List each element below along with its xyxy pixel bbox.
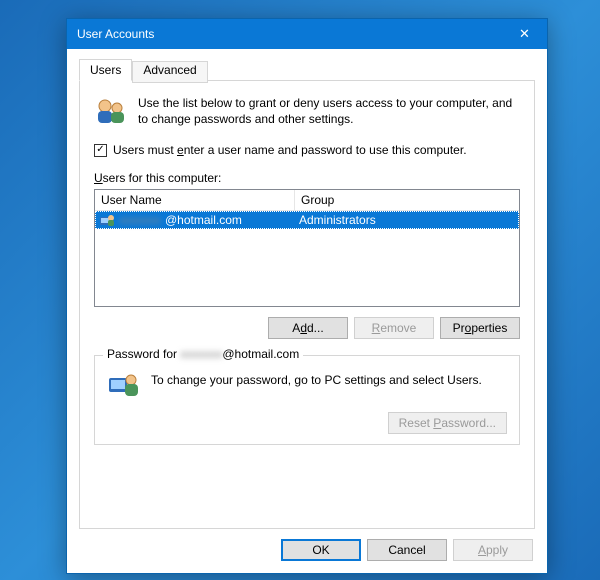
must-enter-credentials-row: ✓ Users must enter a user name and passw… <box>94 143 520 157</box>
remove-button: Remove <box>354 317 434 339</box>
password-user-icon <box>107 368 141 402</box>
must-enter-credentials-label: Users must enter a user name and passwor… <box>113 143 467 157</box>
intro-row: Use the list below to grant or deny user… <box>94 95 520 129</box>
apply-button: Apply <box>453 539 533 561</box>
users-icon <box>94 95 128 129</box>
cell-username: xxxxxxx @hotmail.com <box>99 212 297 228</box>
password-group-legend: Password for xxxxxxx@hotmail.com <box>103 347 303 361</box>
tabstrip: Users Advanced <box>79 59 535 81</box>
intro-text: Use the list below to grant or deny user… <box>138 95 520 129</box>
username-hidden: xxxxxxx <box>119 213 161 227</box>
list-buttons-row: Add... Remove Properties <box>94 317 520 339</box>
password-button-row: Reset Password... <box>107 412 507 434</box>
ok-button[interactable]: OK <box>281 539 361 561</box>
password-groupbox: Password for xxxxxxx@hotmail.com To chan… <box>94 355 520 445</box>
tab-panel-users: Use the list below to grant or deny user… <box>79 80 535 529</box>
list-row[interactable]: xxxxxxx @hotmail.com Administrators <box>95 211 519 229</box>
password-row: To change your password, go to PC settin… <box>107 368 507 402</box>
users-list-label: Users for this computer: <box>94 171 520 185</box>
column-header-group[interactable]: Group <box>295 190 519 210</box>
user-accounts-window: User Accounts ✕ Users Advanced Use the l… <box>66 18 548 574</box>
client-area: Users Advanced Use the list below to gra… <box>67 49 547 573</box>
cancel-button[interactable]: Cancel <box>367 539 447 561</box>
listview-header: User Name Group <box>95 190 519 211</box>
column-header-username[interactable]: User Name <box>95 190 295 210</box>
password-help-text: To change your password, go to PC settin… <box>151 368 482 388</box>
close-button[interactable]: ✕ <box>502 19 547 49</box>
dialog-buttons-row: OK Cancel Apply <box>79 539 535 561</box>
username-domain: @hotmail.com <box>165 213 242 227</box>
properties-button[interactable]: Properties <box>440 317 520 339</box>
window-title: User Accounts <box>77 27 502 41</box>
cell-group: Administrators <box>297 213 515 227</box>
tab-advanced[interactable]: Advanced <box>132 61 207 83</box>
user-icon <box>99 212 115 228</box>
users-listview[interactable]: User Name Group xxxxxxx@h <box>94 189 520 307</box>
add-button[interactable]: Add... <box>268 317 348 339</box>
close-icon: ✕ <box>519 26 530 42</box>
tab-users[interactable]: Users <box>79 59 132 81</box>
reset-password-button: Reset Password... <box>388 412 507 434</box>
titlebar[interactable]: User Accounts ✕ <box>67 19 547 49</box>
must-enter-credentials-checkbox[interactable]: ✓ <box>94 144 107 157</box>
